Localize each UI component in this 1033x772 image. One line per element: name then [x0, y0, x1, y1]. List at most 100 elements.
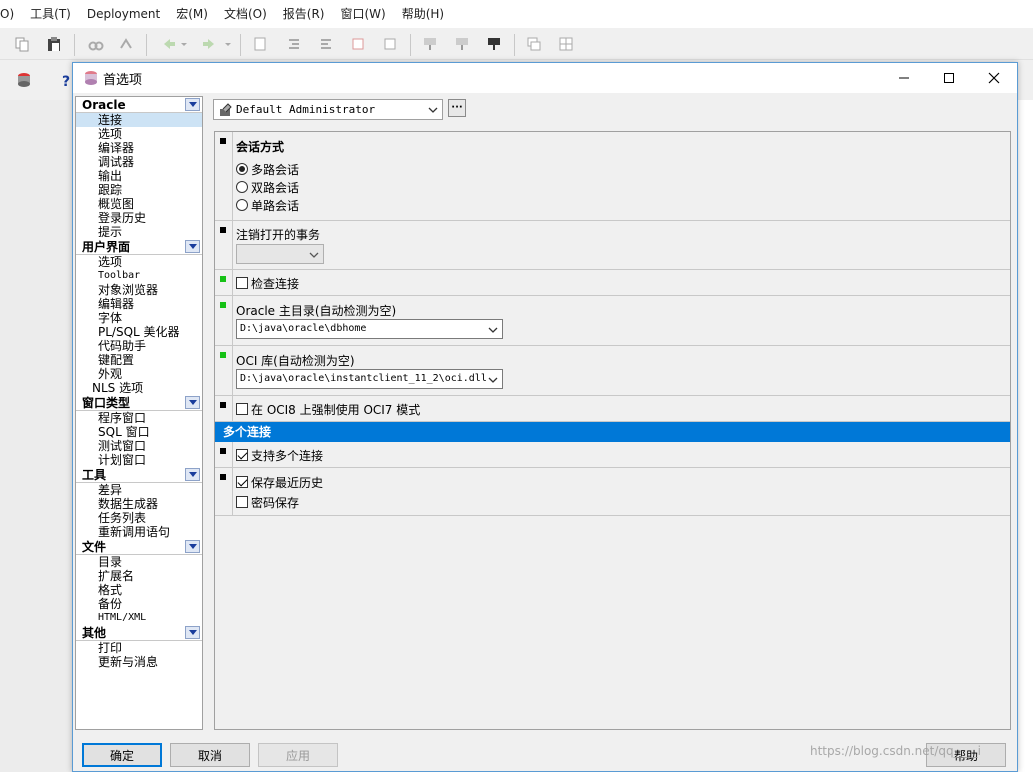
uncomment-icon[interactable]	[380, 34, 400, 54]
cancel-button[interactable]: 取消	[170, 743, 250, 767]
save-history-checkbox[interactable]: 保存最近历史	[236, 475, 323, 490]
indent-icon[interactable]	[284, 34, 304, 54]
chevron-down-icon[interactable]	[185, 396, 200, 409]
comment-icon[interactable]	[348, 34, 368, 54]
oci7-mode-checkbox[interactable]: 在 OCI8 上强制使用 OCI7 模式	[236, 402, 420, 417]
menu-deployment[interactable]: Deployment	[79, 0, 168, 28]
chevron-down-icon[interactable]	[185, 468, 200, 481]
nav-item[interactable]: PL/SQL 美化器	[76, 325, 202, 339]
nav-item[interactable]: 选项	[76, 127, 202, 141]
nav-category-header[interactable]: 文件	[76, 539, 202, 555]
nav-item[interactable]: 调试器	[76, 155, 202, 169]
nav-item[interactable]: 备份	[76, 597, 202, 611]
find-icon[interactable]	[86, 34, 106, 54]
multi-connections-checkbox[interactable]: 支持多个连接	[236, 448, 323, 463]
dialog-titlebar[interactable]: 首选项	[73, 63, 1017, 93]
radio-button[interactable]	[236, 181, 248, 193]
nav-item[interactable]: 测试窗口	[76, 439, 202, 453]
radio-single-session[interactable]: 单路会话	[236, 198, 299, 213]
nav-category-header[interactable]: 工具	[76, 467, 202, 483]
menu-window[interactable]: 窗口(W)	[332, 0, 393, 28]
nav-item[interactable]: 对象浏览器	[76, 283, 202, 297]
nav-item[interactable]: 程序窗口	[76, 411, 202, 425]
nav-category-header[interactable]: 用户界面	[76, 239, 202, 255]
nav-item[interactable]: 字体	[76, 311, 202, 325]
menu-tools[interactable]: 工具(T)	[22, 0, 79, 28]
radio-multi-session[interactable]: 多路会话	[236, 162, 299, 177]
nav-item[interactable]: 更新与消息	[76, 655, 202, 669]
nav-item[interactable]: 选项	[76, 255, 202, 269]
nav-item[interactable]: 计划窗口	[76, 453, 202, 467]
network-icon[interactable]	[452, 34, 472, 54]
logoff-transactions-select[interactable]	[236, 244, 324, 264]
save-password-checkbox[interactable]: 密码保存	[236, 495, 299, 510]
network-active-icon[interactable]	[484, 34, 504, 54]
nav-item[interactable]: 键配置	[76, 353, 202, 367]
oracle-home-select[interactable]: D:\java\oracle\dbhome	[236, 319, 503, 339]
tile-icon[interactable]	[556, 34, 576, 54]
replace-icon[interactable]	[116, 34, 136, 54]
check-connection-checkbox[interactable]: 检查连接	[236, 276, 299, 291]
nav-item[interactable]: 编辑器	[76, 297, 202, 311]
nav-item[interactable]: 登录历史	[76, 211, 202, 225]
nav-item[interactable]: 编译器	[76, 141, 202, 155]
chevron-down-icon[interactable]	[222, 34, 234, 54]
cascade-icon[interactable]	[524, 34, 544, 54]
chevron-down-icon[interactable]	[185, 626, 200, 639]
nav-item[interactable]: 跟踪	[76, 183, 202, 197]
document-icon[interactable]	[250, 34, 270, 54]
nav-item-connection[interactable]: 连接	[76, 113, 202, 127]
nav-category-header[interactable]: 其他	[76, 625, 202, 641]
checkbox[interactable]	[236, 277, 248, 289]
ok-button[interactable]: 确定	[82, 743, 162, 767]
paste-icon[interactable]	[44, 34, 64, 54]
nav-item[interactable]: 差异	[76, 483, 202, 497]
checkbox[interactable]	[236, 476, 248, 488]
checkbox[interactable]	[236, 496, 248, 508]
chevron-down-icon[interactable]	[185, 540, 200, 553]
network-icon[interactable]	[420, 34, 440, 54]
nav-item[interactable]: 扩展名	[76, 569, 202, 583]
checkbox[interactable]	[236, 403, 248, 415]
radio-dual-session[interactable]: 双路会话	[236, 180, 299, 195]
nav-item[interactable]: 提示	[76, 225, 202, 239]
menu-report[interactable]: 报告(R)	[275, 0, 333, 28]
profile-more-button[interactable]: ···	[448, 99, 466, 117]
nav-item[interactable]: 任务列表	[76, 511, 202, 525]
nav-item[interactable]: 代码助手	[76, 339, 202, 353]
close-button[interactable]	[971, 63, 1017, 93]
nav-item[interactable]: 格式	[76, 583, 202, 597]
radio-button[interactable]	[236, 199, 248, 211]
minimize-button[interactable]	[881, 63, 927, 93]
nav-category-header[interactable]: Oracle	[76, 97, 202, 113]
profile-select[interactable]: Default Administrator	[213, 99, 443, 120]
copy-icon[interactable]	[12, 34, 32, 54]
nav-item[interactable]: 目录	[76, 555, 202, 569]
back-icon[interactable]	[158, 34, 178, 54]
nav-item[interactable]: 打印	[76, 641, 202, 655]
oci-library-select[interactable]: D:\java\oracle\instantclient_11_2\oci.dl…	[236, 369, 503, 389]
nav-item[interactable]: SQL 窗口	[76, 425, 202, 439]
outdent-icon[interactable]	[316, 34, 336, 54]
nav-item[interactable]: NLS 选项	[76, 381, 202, 395]
menu-macro[interactable]: 宏(M)	[168, 0, 216, 28]
nav-item[interactable]: HTML/XML	[76, 611, 202, 625]
nav-item[interactable]: 重新调用语句	[76, 525, 202, 539]
nav-item[interactable]: 外观	[76, 367, 202, 381]
nav-item[interactable]: 概览图	[76, 197, 202, 211]
apply-button[interactable]: 应用	[258, 743, 338, 767]
maximize-button[interactable]	[926, 63, 972, 93]
forward-icon[interactable]	[200, 34, 220, 54]
menu-document[interactable]: 文档(O)	[216, 0, 275, 28]
radio-button[interactable]	[236, 163, 248, 175]
chevron-down-icon[interactable]	[178, 34, 190, 54]
nav-item[interactable]: Toolbar	[76, 269, 202, 283]
nav-item[interactable]: 数据生成器	[76, 497, 202, 511]
nav-category-header[interactable]: 窗口类型	[76, 395, 202, 411]
menu-partial[interactable]: O)	[0, 0, 22, 28]
chevron-down-icon[interactable]	[185, 98, 200, 111]
checkbox[interactable]	[236, 449, 248, 461]
database-connect-icon[interactable]	[14, 70, 34, 90]
nav-item[interactable]: 输出	[76, 169, 202, 183]
chevron-down-icon[interactable]	[185, 240, 200, 253]
